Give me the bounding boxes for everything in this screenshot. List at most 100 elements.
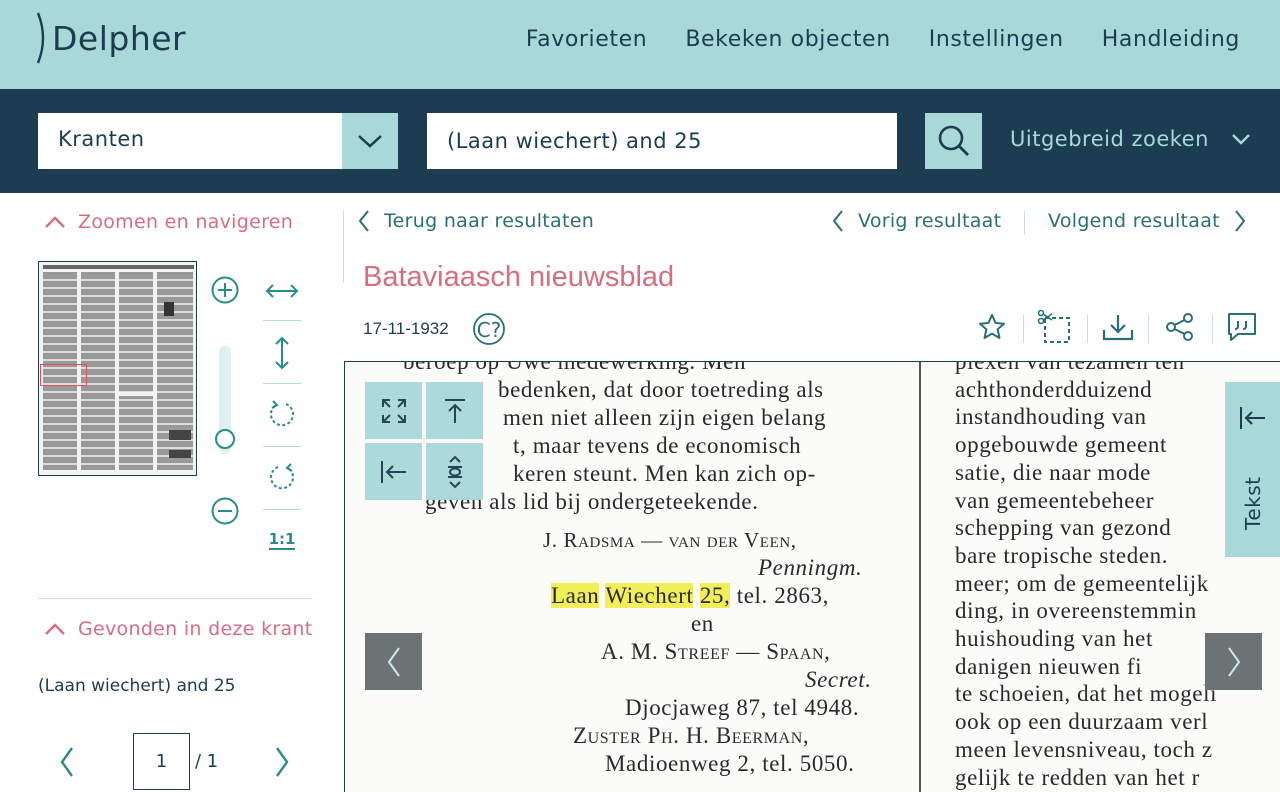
- nav-handleiding[interactable]: Handleiding: [1102, 27, 1240, 52]
- zoom-slider-handle[interactable]: [215, 429, 235, 449]
- found-section-title: Gevonden in deze krant: [78, 618, 313, 640]
- tool-divider: [263, 509, 301, 510]
- page-thumbnail[interactable]: [38, 261, 197, 476]
- back-to-results-label: Terug naar resultaten: [384, 210, 595, 232]
- download-button[interactable]: [1098, 307, 1138, 347]
- chevron-left-icon: [60, 747, 73, 777]
- search-icon: [938, 125, 969, 156]
- zoom-out-button[interactable]: [210, 496, 240, 526]
- zoom-out-icon: [211, 497, 239, 525]
- expand-icon: [381, 398, 406, 423]
- zoom-in-icon: [211, 276, 239, 304]
- chevron-left-icon: [832, 210, 843, 232]
- newspaper-title: Bataviaasch nieuwsblad: [363, 261, 675, 293]
- scan-line: Zuster Ph. H. Beerman,: [573, 723, 810, 748]
- arrow-to-left-icon: [380, 460, 406, 483]
- highlighted-match-line: Laan Wiechert 25, tel. 2863,: [403, 582, 923, 610]
- nav-favorieten[interactable]: Favorieten: [526, 27, 647, 52]
- text-panel-tab[interactable]: Tekst: [1225, 382, 1280, 557]
- next-result-label: Volgend resultaat: [1048, 210, 1220, 232]
- scan-line: ook op een duurzaam verl: [955, 709, 1209, 735]
- action-divider: [1087, 315, 1088, 343]
- arrow-to-left-icon: [1240, 407, 1265, 429]
- reset-zoom-button[interactable]: 1:1: [266, 523, 298, 557]
- star-icon: [979, 314, 1005, 339]
- align-left-button[interactable]: [365, 443, 422, 500]
- top-nav: Favorieten Bekeken objecten Instellingen…: [526, 27, 1240, 52]
- tool-divider: [263, 320, 301, 321]
- tool-divider: [263, 383, 301, 384]
- next-page-overlay-button[interactable]: [1205, 633, 1262, 690]
- scan-line: en: [691, 611, 714, 636]
- chevron-up-icon: [45, 215, 65, 228]
- publication-date: 17-11-1932: [363, 319, 449, 338]
- fullscreen-button[interactable]: [365, 382, 422, 439]
- page-pager: / 1: [38, 733, 298, 791]
- scissors-crop-icon: [1037, 309, 1070, 343]
- found-section-toggle[interactable]: Gevonden in deze krant: [44, 618, 313, 640]
- scan-viewport[interactable]: beroep op Uwe medewerking. Men bedenken,…: [344, 361, 1280, 792]
- fit-width-button[interactable]: [264, 277, 300, 305]
- scan-line: Penningm.: [758, 555, 863, 580]
- fit-height-button[interactable]: [264, 335, 300, 371]
- clip-button[interactable]: [1034, 307, 1074, 347]
- sidebar-divider: [38, 598, 311, 599]
- zoom-section-title: Zoomen en navigeren: [78, 211, 294, 233]
- scan-line: Madioenweg 2, tel. 5050.: [605, 751, 855, 776]
- previous-page-overlay-button[interactable]: [365, 633, 422, 690]
- advanced-search-toggle[interactable]: Uitgebreid zoeken: [1010, 127, 1251, 151]
- scroll-to-top-button[interactable]: [426, 382, 483, 439]
- cite-button[interactable]: [1222, 307, 1262, 347]
- logo-bracket-icon: [36, 12, 45, 64]
- chevron-up-icon: [45, 622, 65, 635]
- chevron-right-icon: [1227, 646, 1240, 677]
- reset-zoom-label: 1:1: [268, 530, 296, 550]
- copyright-label: C?: [477, 318, 502, 342]
- top-bar: Delpher Favorieten Bekeken objecten Inst…: [0, 0, 1280, 89]
- rotate-right-button[interactable]: [266, 398, 298, 430]
- scan-line: Secret.: [805, 667, 872, 692]
- prev-page-button[interactable]: [56, 745, 78, 779]
- text-panel-label: Tekst: [1241, 476, 1265, 530]
- chevron-down-icon: [1232, 134, 1250, 145]
- scan-line: A. M. Streef — Spaan,: [601, 639, 831, 664]
- next-page-button[interactable]: [271, 745, 293, 779]
- viewer-sidebar: Zoomen en navigeren 1:1 Gevonden in deze…: [0, 193, 340, 792]
- scan-line: plexen van tezamen ten: [955, 361, 1185, 374]
- nav-bekeken-objecten[interactable]: Bekeken objecten: [685, 27, 890, 52]
- zoom-section-toggle[interactable]: Zoomen en navigeren: [44, 211, 293, 233]
- collection-select[interactable]: Kranten: [38, 113, 398, 169]
- scan-line: Djocjaweg 87, tel 4948.: [625, 695, 860, 720]
- chevron-down-icon[interactable]: [342, 113, 398, 169]
- favorite-button[interactable]: [972, 307, 1012, 347]
- chevron-right-icon: [1235, 210, 1246, 232]
- page-number-input[interactable]: [133, 733, 190, 790]
- chevron-left-icon: [358, 210, 369, 232]
- scan-line: beroep op Uwe medewerking. Men: [403, 361, 747, 374]
- scan-line: ding, in overeenstemmin: [955, 598, 1197, 624]
- delpher-logo[interactable]: Delpher: [36, 12, 186, 64]
- collection-value: Kranten: [58, 127, 145, 151]
- share-button[interactable]: [1160, 307, 1200, 347]
- zoom-in-button[interactable]: [210, 275, 240, 305]
- thumbnail-viewport-marker[interactable]: [40, 364, 87, 386]
- action-divider: [1212, 315, 1213, 343]
- document-viewer: Terug naar resultaten Vorig resultaat Vo…: [344, 193, 1280, 792]
- copyright-status-button[interactable]: C?: [472, 311, 512, 351]
- previous-result-link[interactable]: Vorig resultaat: [832, 209, 1001, 233]
- scan-line: tel. 2863,: [736, 583, 829, 608]
- search-button[interactable]: [925, 113, 982, 169]
- nav-instellingen[interactable]: Instellingen: [929, 27, 1064, 52]
- next-result-link[interactable]: Volgend resultaat: [1048, 209, 1246, 233]
- share-icon: [1166, 313, 1193, 341]
- rotate-left-button[interactable]: [266, 461, 298, 493]
- horizontal-arrows-icon: [265, 284, 299, 298]
- chevron-left-icon: [387, 646, 400, 677]
- scan-line: meen levensniveau, toch z: [955, 736, 1213, 762]
- search-highlight: Laan: [551, 583, 600, 608]
- center-vertical-button[interactable]: [426, 443, 483, 500]
- arrow-to-top-icon: [444, 398, 465, 423]
- search-input[interactable]: [427, 113, 897, 169]
- back-to-results-link[interactable]: Terug naar resultaten: [358, 209, 594, 233]
- action-divider: [1023, 315, 1024, 343]
